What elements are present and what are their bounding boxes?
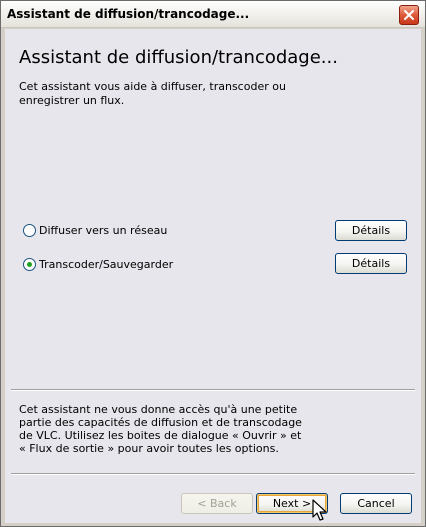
wizard-window: Assistant de diffusion/trancodage... Ass…	[0, 0, 426, 527]
cancel-button[interactable]: Cancel	[340, 493, 412, 514]
close-icon	[404, 10, 414, 20]
details-stream-button[interactable]: Détails	[335, 220, 407, 241]
close-button[interactable]	[399, 5, 419, 25]
mouse-pointer-icon	[312, 499, 327, 521]
window-title: Assistant de diffusion/trancodage...	[7, 7, 250, 21]
info-note: Cet assistant ne vous donne accès qu'à u…	[19, 403, 302, 455]
option-transcode-save[interactable]: Transcoder/Sauvegarder	[23, 256, 173, 272]
title-bar[interactable]: Assistant de diffusion/trancodage...	[1, 1, 425, 28]
top-separator	[11, 389, 415, 391]
option-stream-network-label: Diffuser vers un réseau	[39, 223, 168, 237]
wizard-content: Assistant de diffusion/trancodage... Cet…	[5, 29, 421, 523]
option-stream-network[interactable]: Diffuser vers un réseau	[23, 222, 167, 238]
page-title: Assistant de diffusion/trancodage...	[19, 47, 338, 68]
bottom-separator	[11, 473, 415, 475]
details-transcode-button[interactable]: Détails	[335, 253, 407, 274]
radio-transcode-save[interactable]	[23, 257, 36, 271]
intro-text: Cet assistant vous aide à diffuser, tran…	[19, 80, 286, 107]
radio-stream-network[interactable]	[23, 223, 36, 237]
back-button[interactable]: < Back	[181, 493, 253, 514]
option-transcode-save-label: Transcoder/Sauvegarder	[39, 257, 174, 271]
